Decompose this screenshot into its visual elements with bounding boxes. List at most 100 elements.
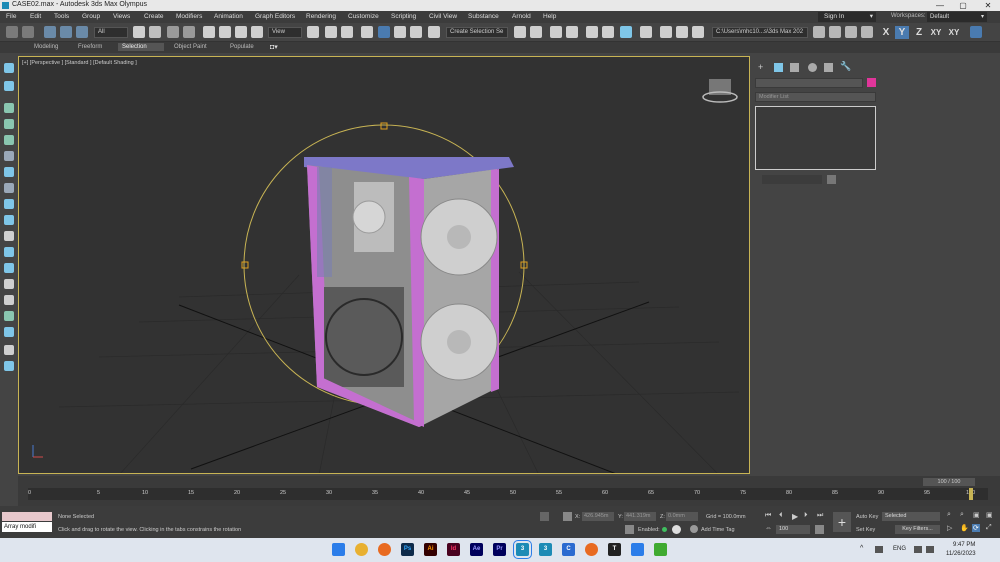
time-tag-icon[interactable]	[690, 525, 698, 533]
tray-app-icon[interactable]	[875, 546, 883, 553]
zoom-extents-all-icon[interactable]: ▣	[986, 511, 993, 519]
frame-counter[interactable]: 100 / 100	[923, 478, 975, 486]
modifier-stack[interactable]	[755, 106, 876, 170]
time-slider-handle[interactable]	[969, 488, 973, 500]
camera-icon[interactable]	[4, 167, 14, 177]
project-settings-icon[interactable]	[861, 26, 873, 38]
tab-selection[interactable]: Selection	[118, 43, 164, 51]
edit-named-selection-icon[interactable]	[428, 26, 440, 38]
ribbon-options-icon[interactable]: ◘▾	[270, 43, 278, 51]
menu-file[interactable]: File	[6, 13, 16, 20]
project-folder-select[interactable]: C:\Users\mhc10...s\3ds Max 202	[712, 27, 808, 38]
select-object-icon[interactable]	[133, 26, 145, 38]
angle-snap-icon[interactable]	[378, 26, 390, 38]
help-icon[interactable]	[4, 81, 14, 91]
bind-space-warp-icon[interactable]	[76, 26, 88, 38]
zoom-all-icon[interactable]: ⌕	[960, 511, 964, 519]
menu-customize[interactable]: Customize	[348, 13, 379, 20]
pin-icon[interactable]	[4, 295, 14, 305]
clock-time[interactable]: 9:47 PM	[953, 542, 975, 548]
scale-icon[interactable]	[235, 26, 247, 38]
percent-snap-icon[interactable]	[394, 26, 406, 38]
hierarchy-tab-icon[interactable]	[790, 63, 799, 72]
reference-coordinate-select[interactable]: View	[268, 27, 302, 38]
photoshop-icon[interactable]: Ps	[401, 543, 414, 556]
asset-tracking-icon[interactable]	[845, 26, 857, 38]
adaptive-degradation-icon[interactable]	[625, 525, 634, 534]
go-to-end-icon[interactable]: ⏭	[817, 512, 823, 520]
key-mode-icon[interactable]: ⇔	[765, 525, 772, 532]
rotate-icon[interactable]	[219, 26, 231, 38]
workspace-select[interactable]: Default ▾	[927, 12, 987, 22]
viewcube-icon[interactable]	[702, 79, 738, 103]
render-production-icon[interactable]	[692, 26, 704, 38]
orbit-icon[interactable]: ⟳	[972, 524, 980, 532]
asset-icon[interactable]	[4, 263, 14, 273]
menu-group[interactable]: Group	[82, 13, 100, 20]
tray-chevron-icon[interactable]: ^	[860, 545, 863, 552]
chrome-icon[interactable]	[355, 543, 368, 556]
firefox-icon[interactable]	[378, 543, 391, 556]
menu-substance[interactable]: Substance	[468, 13, 499, 20]
maxscript-input[interactable]: Array modifi	[2, 522, 52, 532]
configure-modifier-sets-icon[interactable]	[827, 175, 836, 184]
light-icon[interactable]	[4, 135, 14, 145]
constrain-y-button[interactable]: Y	[895, 26, 909, 39]
add-time-tag[interactable]: Add Time Tag	[701, 527, 735, 533]
pc-case-model[interactable]	[304, 157, 514, 427]
sun-icon[interactable]	[4, 151, 14, 161]
constrain-xy-button[interactable]: XY	[928, 26, 944, 39]
tab-populate[interactable]: Populate	[226, 43, 258, 51]
field-of-view-icon[interactable]: ▷	[947, 524, 952, 532]
select-by-name-icon[interactable]	[149, 26, 161, 38]
pan-view-icon[interactable]: ✋	[960, 524, 969, 532]
menu-scripting[interactable]: Scripting	[391, 13, 416, 20]
viewport-layout-icon[interactable]	[4, 63, 14, 73]
nvidia-icon[interactable]	[654, 543, 667, 556]
info-icon[interactable]	[4, 361, 14, 371]
sign-in-button[interactable]: Sign In ▾	[818, 12, 876, 22]
window-crossing-icon[interactable]	[183, 26, 195, 38]
modify-tab-icon[interactable]	[774, 63, 783, 72]
tab-modeling[interactable]: Modeling	[30, 43, 62, 51]
after-effects-icon[interactable]: Ae	[470, 543, 483, 556]
illustrator-icon[interactable]: Ai	[424, 543, 437, 556]
menu-civil-view[interactable]: Civil View	[429, 13, 457, 20]
set-key-large-button[interactable]: +	[833, 512, 851, 532]
isolate-icon[interactable]	[4, 119, 14, 129]
key-filters-button[interactable]: Key Filters...	[895, 525, 940, 534]
next-frame-icon[interactable]: ⏵	[804, 512, 808, 520]
rendered-frame-window-icon[interactable]	[676, 26, 688, 38]
zoom-icon[interactable]: ⌕	[947, 511, 951, 519]
eye-icon[interactable]	[4, 345, 14, 355]
select-manipulate-icon[interactable]	[325, 26, 337, 38]
current-frame-field[interactable]: 100	[776, 525, 810, 534]
unlink-icon[interactable]	[60, 26, 72, 38]
minimize-button[interactable]: —	[930, 0, 950, 11]
mirror-icon[interactable]	[514, 26, 526, 38]
volume-icon[interactable]	[926, 546, 934, 553]
bookmark-icon[interactable]	[4, 231, 14, 241]
rectangular-selection-icon[interactable]	[167, 26, 179, 38]
key-selection-set-select[interactable]: Selected	[882, 512, 940, 521]
curve-editor-icon[interactable]	[602, 26, 614, 38]
maximize-viewport-icon[interactable]: ⤢	[986, 524, 992, 532]
open-explorer-icon[interactable]	[813, 26, 825, 38]
premiere-icon[interactable]: Pr	[493, 543, 506, 556]
go-to-start-icon[interactable]: ⏮	[765, 512, 771, 520]
tab-object-paint[interactable]: Object Paint	[170, 43, 211, 51]
time-slider[interactable]: 100 / 100 0 5 10 15 20 25 30 35 40 45 50…	[18, 476, 1000, 506]
modifier-list-dropdown[interactable]: Modifier List	[755, 92, 876, 102]
zoom-extents-icon[interactable]: ▣	[973, 511, 980, 519]
document-icon[interactable]	[4, 215, 14, 225]
lock-selection-icon[interactable]	[540, 512, 549, 521]
z-coord-field[interactable]: 0.0mm	[666, 512, 698, 521]
undo-icon[interactable]	[6, 26, 18, 38]
windows-start-icon[interactable]	[332, 543, 345, 556]
redo-icon[interactable]	[22, 26, 34, 38]
clock-date[interactable]: 11/26/2023	[946, 551, 976, 557]
menu-arnold[interactable]: Arnold	[512, 13, 531, 20]
constrain-plane-button[interactable]: XY	[946, 26, 962, 39]
spinner-snap-icon[interactable]	[410, 26, 422, 38]
menu-modifiers[interactable]: Modifiers	[176, 13, 202, 20]
